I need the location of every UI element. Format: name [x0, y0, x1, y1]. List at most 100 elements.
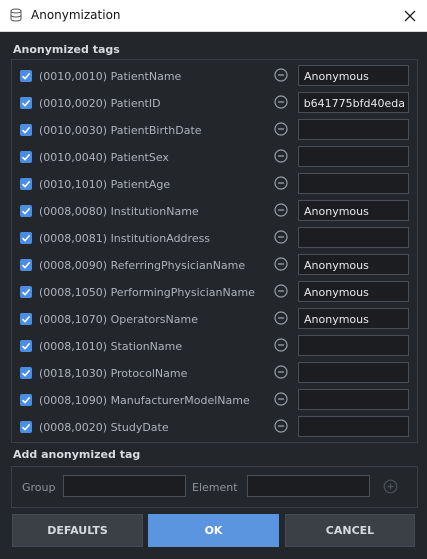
- tag-row: (0008,0080) InstitutionName Anonymous: [12, 197, 417, 224]
- tag-row: (0010,0010) PatientName Anonymous: [12, 62, 417, 89]
- minus-circle-icon[interactable]: [274, 338, 288, 352]
- minus-circle-icon[interactable]: [274, 392, 288, 406]
- tag-value-input[interactable]: Anonymous: [298, 200, 409, 221]
- tag-checkbox[interactable]: [20, 340, 32, 352]
- tag-label: (0010,0040) PatientSex: [39, 151, 169, 164]
- minus-circle-icon[interactable]: [274, 203, 288, 217]
- checkmark-icon: [21, 423, 31, 431]
- tag-value-input[interactable]: Anonymous: [298, 308, 409, 329]
- tag-value-input[interactable]: b641775bfd40eda: [298, 92, 409, 113]
- checkmark-icon: [21, 126, 31, 134]
- tag-label: (0008,0080) InstitutionName: [39, 205, 199, 218]
- tag-value-input[interactable]: [298, 119, 409, 140]
- tag-checkbox[interactable]: [20, 205, 32, 217]
- tag-checkbox[interactable]: [20, 97, 32, 109]
- tag-label: (0008,1090) ManufacturerModelName: [39, 394, 250, 407]
- close-button[interactable]: [393, 0, 427, 31]
- defaults-button[interactable]: DEFAULTS: [12, 514, 143, 547]
- tag-label: (0010,0020) PatientID: [39, 97, 161, 110]
- tag-value-input[interactable]: Anonymous: [298, 254, 409, 275]
- ok-button[interactable]: OK: [148, 514, 279, 547]
- tag-checkbox[interactable]: [20, 394, 32, 406]
- add-tag-panel: Group Element: [11, 466, 418, 508]
- minus-circle-icon[interactable]: [274, 230, 288, 244]
- tag-row: (0008,1090) ManufacturerModelName: [12, 386, 417, 413]
- tag-value-input[interactable]: [298, 362, 409, 383]
- tag-label: (0008,1050) PerformingPhysicianName: [39, 286, 255, 299]
- tag-row: (0008,1070) OperatorsName Anonymous: [12, 305, 417, 332]
- tag-checkbox[interactable]: [20, 151, 32, 163]
- minus-circle-icon[interactable]: [274, 122, 288, 136]
- tag-row: (0008,0020) StudyDate: [12, 413, 417, 440]
- tag-value-input[interactable]: [298, 173, 409, 194]
- tag-row: (0008,0081) InstitutionAddress: [12, 224, 417, 251]
- minus-circle-icon[interactable]: [274, 419, 288, 433]
- checkmark-icon: [21, 153, 31, 161]
- tag-label: (0018,1030) ProtocolName: [39, 367, 188, 380]
- tag-value-input[interactable]: [298, 389, 409, 410]
- checkmark-icon: [21, 72, 31, 80]
- tag-row: (0010,0030) PatientBirthDate: [12, 116, 417, 143]
- tag-row: (0008,1050) PerformingPhysicianName Anony…: [12, 278, 417, 305]
- tag-value-input[interactable]: Anonymous: [298, 281, 409, 302]
- minus-circle-icon[interactable]: [274, 284, 288, 298]
- tag-checkbox[interactable]: [20, 313, 32, 325]
- checkmark-icon: [21, 369, 31, 377]
- tag-row: (0008,0090) ReferringPhysicianName Anonym…: [12, 251, 417, 278]
- add-tag-heading: Add anonymized tag: [13, 448, 141, 461]
- tag-checkbox[interactable]: [20, 232, 32, 244]
- minus-circle-icon[interactable]: [274, 257, 288, 271]
- title-bar: Anonymization: [0, 0, 427, 32]
- element-label: Element: [192, 481, 238, 494]
- tag-row: (0010,1010) PatientAge: [12, 170, 417, 197]
- cancel-button[interactable]: CANCEL: [285, 514, 415, 547]
- tag-value-input[interactable]: [298, 146, 409, 167]
- tag-checkbox[interactable]: [20, 421, 32, 433]
- tag-checkbox[interactable]: [20, 286, 32, 298]
- minus-circle-icon[interactable]: [274, 365, 288, 379]
- checkmark-icon: [21, 396, 31, 404]
- checkmark-icon: [21, 261, 31, 269]
- tag-row: (0010,0020) PatientID b641775bfd40eda: [12, 89, 417, 116]
- tag-value-input[interactable]: [298, 416, 409, 437]
- tag-label: (0008,0090) ReferringPhysicianName: [39, 259, 246, 272]
- tag-checkbox[interactable]: [20, 367, 32, 379]
- checkmark-icon: [21, 315, 31, 323]
- checkmark-icon: [21, 99, 31, 107]
- close-icon: [404, 10, 416, 21]
- tag-label: (0010,1010) PatientAge: [39, 178, 171, 191]
- tag-label: (0008,1070) OperatorsName: [39, 313, 198, 326]
- tag-checkbox[interactable]: [20, 178, 32, 190]
- tag-label: (0008,0020) StudyDate: [39, 421, 169, 434]
- minus-circle-icon[interactable]: [274, 176, 288, 190]
- checkmark-icon: [21, 342, 31, 350]
- tag-label: (0008,0081) InstitutionAddress: [39, 232, 211, 245]
- tag-row: (0018,1030) ProtocolName: [12, 359, 417, 386]
- plus-circle-icon[interactable]: [383, 479, 398, 494]
- tag-row: (0010,0040) PatientSex: [12, 143, 417, 170]
- database-icon: [10, 8, 22, 22]
- tag-value-input[interactable]: [298, 227, 409, 248]
- minus-circle-icon[interactable]: [274, 68, 288, 82]
- group-label: Group: [22, 481, 56, 494]
- tag-checkbox[interactable]: [20, 70, 32, 82]
- minus-circle-icon[interactable]: [274, 95, 288, 109]
- tag-checkbox[interactable]: [20, 124, 32, 136]
- tag-value-input[interactable]: Anonymous: [298, 65, 409, 86]
- checkmark-icon: [21, 180, 31, 188]
- anonymized-tags-list: (0010,0010) PatientName Anonymous (0010,00…: [11, 59, 418, 443]
- tag-label: (0010,0030) PatientBirthDate: [39, 124, 202, 137]
- minus-circle-icon[interactable]: [274, 149, 288, 163]
- tag-row: (0008,1010) StationName: [12, 332, 417, 359]
- anonymized-tags-heading: Anonymized tags: [13, 43, 120, 56]
- checkmark-icon: [21, 288, 31, 296]
- tag-value-input[interactable]: [298, 335, 409, 356]
- checkmark-icon: [21, 234, 31, 242]
- window-title: Anonymization: [31, 8, 121, 22]
- minus-circle-icon[interactable]: [274, 311, 288, 325]
- element-input[interactable]: [247, 475, 370, 497]
- tag-checkbox[interactable]: [20, 259, 32, 271]
- group-input[interactable]: [63, 475, 186, 497]
- checkmark-icon: [21, 207, 31, 215]
- tag-label: (0008,1010) StationName: [39, 340, 183, 353]
